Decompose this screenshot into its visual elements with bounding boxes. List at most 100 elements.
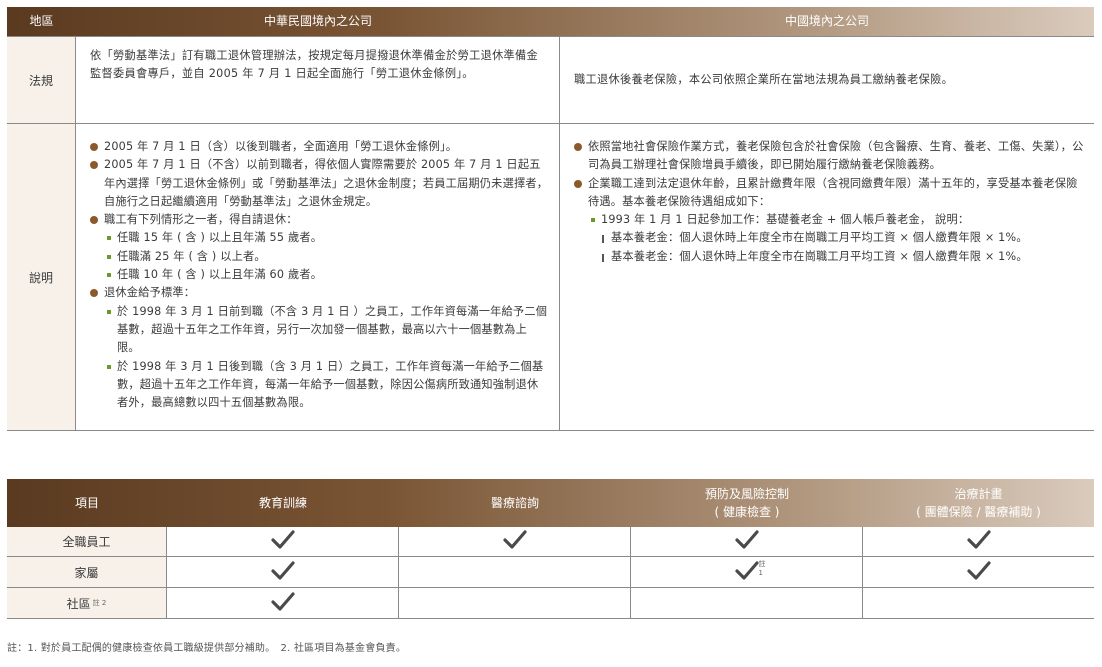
benefits-table-body: 全職員工家屬 註 1 社區註 2: [7, 527, 1094, 619]
row-label: 法規: [7, 37, 76, 123]
list-item: 2005 年 7 月 1 日（含）以後到職者，全面適用「勞工退休金條例」。: [90, 138, 549, 156]
sub-list-item: 任職滿 25 年 ( 含 ) 以上者。: [106, 248, 549, 266]
bar-bullet-icon: [602, 253, 604, 262]
header-education: 教育訓練: [167, 479, 399, 527]
china-bullet-list: 依照當地社會保險作業方式，養老保險包含於社會保險（包含醫療、生育、養老、工傷、失…: [560, 124, 1094, 266]
footnote-marker: 註 1: [758, 559, 766, 577]
sub-sub-item-text: 基本養老金：個人退休時上年度全市在崗職工月平均工資 × 個人繳費年限 × 1%。: [611, 231, 1028, 245]
header-prevention-sub: ( 健康檢查 ): [714, 505, 780, 519]
taiwan-cell: 依「勞動基準法」訂有職工退休管理辦法，按規定每月提撥退休準備金於勞工退休準備金監…: [76, 37, 560, 123]
benefits-table-header: 項目 教育訓練 醫療諮詢 預防及風險控制 ( 健康檢查 ) 治療計畫 ( 團體保險 …: [7, 479, 1094, 527]
sub-sub-list: 基本養老金：個人退休時上年度全市在崗職工月平均工資 × 個人繳費年限 × 1%。…: [601, 229, 1084, 266]
checkmark-icon: [270, 560, 295, 584]
header-prevention: 預防及風險控制 ( 健康檢查 ): [631, 479, 863, 527]
sub-item-text: 1993 年 1 月 1 日起參加工作：基礎養老金 + 個人帳戶養老金， 說明：: [601, 213, 970, 227]
row-label: 全職員工: [7, 527, 167, 556]
sub-sub-list-item: 基本養老金：個人退休時上年度全市在崗職工月平均工資 × 個人繳費年限 × 1%。: [601, 229, 1084, 247]
sub-list: 1993 年 1 月 1 日起參加工作：基礎養老金 + 個人帳戶養老金， 說明：…: [588, 211, 1084, 266]
list-item: 企業職工達到法定退休年齡，且累計繳費年限（含視同繳費年限）滿十五年的，享受基本養…: [574, 175, 1084, 266]
education-cell: [167, 527, 399, 556]
china-cell: 職工退休後養老保險，本公司依照企業所在當地法規為員工繳納養老保險。: [560, 37, 1094, 123]
treatment-cell: [863, 588, 1094, 618]
list-item-text: 企業職工達到法定退休年齡，且累計繳費年限（含視同繳費年限）滿十五年的，享受基本養…: [588, 176, 1078, 208]
checkmark-icon: 註 1: [734, 560, 766, 584]
bullet-dot-icon: [90, 161, 98, 170]
treatment-cell: [863, 527, 1094, 556]
china-regulation-text: 職工退休後養老保險，本公司依照企業所在當地法規為員工繳納養老保險。: [574, 73, 954, 86]
sub-sub-item-text: 基本養老金：個人退休時上年度全市在崗職工月平均工資 × 個人繳費年限 × 1%。: [611, 249, 1028, 263]
treatment-cell: [863, 557, 1094, 587]
sub-list-item: 任職 15 年 ( 含 ) 以上且年滿 55 歲者。: [106, 229, 549, 247]
sub-list-item: 於 1998 年 3 月 1 日後到職（含 3 月 1 日）之員工，工作年資每滿…: [106, 358, 549, 413]
checkmark-icon: [966, 560, 991, 584]
header-treatment-sub: ( 團體保險 / 醫療補助 ): [916, 505, 1041, 519]
header-medical-label: 醫療諮詢: [490, 496, 539, 510]
sub-item-text: 於 1998 年 3 月 1 日後到職（含 3 月 1 日）之員工，工作年資每滿…: [117, 359, 544, 410]
checkmark-icon: [502, 530, 527, 553]
sub-list: 任職 15 年 ( 含 ) 以上且年滿 55 歲者。 任職滿 25 年 ( 含 …: [104, 229, 549, 284]
list-item: 職工有下列情形之一者，得自請退休： 任職 15 年 ( 含 ) 以上且年滿 55…: [90, 211, 549, 284]
table-row: 家屬 註 1: [7, 557, 1094, 588]
sub-item-text: 任職 10 年 ( 含 ) 以上且年滿 60 歲者。: [117, 268, 323, 282]
footnote: 註：1. 對於員工配偶的健康檢查依員工職級提供部分補助。 2. 社區項目為基金會…: [7, 643, 407, 654]
header-item-label: 項目: [74, 496, 99, 510]
bullet-dot-icon: [90, 216, 98, 225]
row-label: 說明: [7, 124, 76, 430]
china-cell: 依照當地社會保險作業方式，養老保險包含於社會保險（包含醫療、生育、養老、工傷、失…: [560, 124, 1094, 430]
regulation-row: 法規 依「勞動基準法」訂有職工退休管理辦法，按規定每月提撥退休準備金於勞工退休準…: [7, 36, 1094, 124]
prevention-cell: [631, 527, 863, 556]
retirement-table: 地區 中華民國境內之公司 中國境內之公司 法規 依「勞動基準法」訂有職工退休管理…: [7, 7, 1094, 431]
taiwan-regulation-text: 依「勞動基準法」訂有職工退休管理辦法，按規定每月提撥退休準備金於勞工退休準備金監…: [90, 49, 539, 80]
header-china: 中國境內之公司: [784, 14, 869, 28]
bullet-dot-icon: [90, 289, 98, 298]
retirement-table-header: 地區 中華民國境內之公司 中國境內之公司: [7, 7, 1094, 36]
taiwan-cell: 2005 年 7 月 1 日（含）以後到職者，全面適用「勞工退休金條例」。 20…: [76, 124, 560, 430]
square-bullet-icon: [107, 254, 111, 259]
sub-list: 於 1998 年 3 月 1 日前到職（不含 3 月 1 日 ）之員工，工作年資…: [104, 303, 549, 413]
bullet-dot-icon: [574, 179, 582, 188]
sub-list-item: 1993 年 1 月 1 日起參加工作：基礎養老金 + 個人帳戶養老金， 說明：…: [590, 211, 1084, 266]
table-row: 社區註 2: [7, 588, 1094, 619]
square-bullet-icon: [107, 236, 111, 241]
benefits-table: 項目 教育訓練 醫療諮詢 預防及風險控制 ( 健康檢查 ) 治療計畫 ( 團體保險 …: [7, 479, 1094, 619]
header-education-label: 教育訓練: [258, 496, 307, 510]
footnote-marker: 註 2: [92, 599, 107, 607]
sub-item-text: 任職 15 年 ( 含 ) 以上且年滿 55 歲者。: [117, 231, 323, 245]
bullet-dot-icon: [90, 143, 98, 151]
list-item-text: 職工有下列情形之一者，得自請退休：: [104, 213, 298, 227]
row-label: 家屬: [7, 557, 167, 587]
sub-list-item: 任職 10 年 ( 含 ) 以上且年滿 60 歲者。: [106, 266, 549, 284]
header-medical: 醫療諮詢: [399, 479, 631, 527]
header-treatment-label: 治療計畫: [954, 487, 1003, 501]
row-label-text: 全職員工: [62, 535, 111, 549]
description-row: 說明 2005 年 7 月 1 日（含）以後到職者，全面適用「勞工退休金條例」。…: [7, 124, 1094, 431]
row-label-text: 家屬: [74, 565, 99, 580]
bullet-dot-icon: [574, 143, 582, 151]
medical-cell: [399, 527, 631, 556]
row-label: 社區註 2: [7, 588, 167, 618]
list-item: 依照當地社會保險作業方式，養老保險包含於社會保險（包含醫療、生育、養老、工傷、失…: [574, 138, 1084, 175]
prevention-cell: [631, 588, 863, 618]
education-cell: [167, 557, 399, 587]
sub-list-item: 於 1998 年 3 月 1 日前到職（不含 3 月 1 日 ）之員工，工作年資…: [106, 303, 549, 358]
list-item-text: 依照當地社會保險作業方式，養老保險包含於社會保險（包含醫療、生育、養老、工傷、失…: [588, 140, 1084, 172]
sub-sub-list-item: 基本養老金：個人退休時上年度全市在崗職工月平均工資 × 個人繳費年限 × 1%。: [601, 248, 1084, 266]
header-treatment: 治療計畫 ( 團體保險 / 醫療補助 ): [863, 479, 1094, 527]
square-bullet-icon: [591, 218, 595, 223]
header-item: 項目: [7, 479, 167, 527]
medical-cell: [399, 588, 631, 618]
square-bullet-icon: [107, 364, 111, 369]
checkmark-icon: [270, 591, 295, 615]
list-item-text: 2005 年 7 月 1 日（不含）以前到職者，得依個人實際需要於 2005 年…: [104, 158, 549, 208]
checkmark-icon: [734, 530, 759, 553]
list-item: 退休金給予標準： 於 1998 年 3 月 1 日前到職（不含 3 月 1 日 …: [90, 284, 549, 412]
checkmark-icon: [966, 530, 991, 553]
medical-cell: [399, 557, 631, 587]
square-bullet-icon: [107, 309, 111, 314]
sub-item-text: 於 1998 年 3 月 1 日前到職（不含 3 月 1 日 ）之員工，工作年資…: [117, 304, 548, 355]
prevention-cell: 註 1: [631, 557, 863, 587]
square-bullet-icon: [107, 273, 111, 278]
taiwan-bullet-list: 2005 年 7 月 1 日（含）以後到職者，全面適用「勞工退休金條例」。 20…: [76, 124, 559, 412]
education-cell: [167, 588, 399, 618]
header-prevention-label: 預防及風險控制: [704, 487, 789, 501]
